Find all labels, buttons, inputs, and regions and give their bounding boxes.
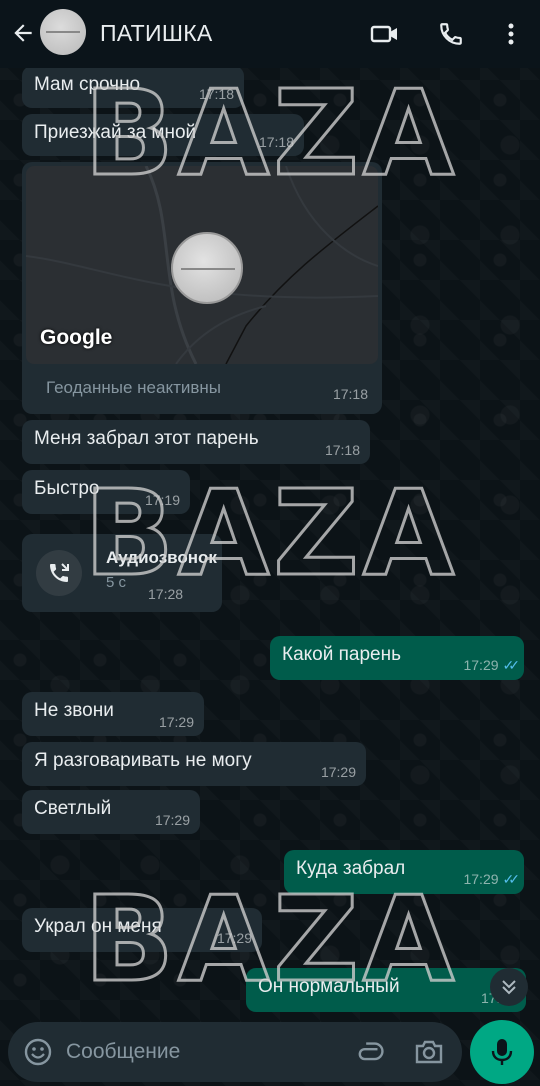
message-time: 17:18	[324, 442, 360, 458]
message-text: Меня забрал этот парень	[34, 428, 259, 449]
message-time: 17:18	[198, 86, 234, 102]
location-message[interactable]: Google Геоданные неактивны 17:18	[22, 162, 382, 414]
message-bubble-outgoing[interactable]: Какой парень 17:29 ✓✓	[270, 636, 524, 680]
message-text: Приезжай за мной	[34, 122, 197, 143]
message-text: Какой парень	[282, 644, 402, 665]
message-text: Куда забрал	[296, 858, 406, 879]
phone-icon[interactable]	[434, 17, 468, 51]
read-ticks-icon: ✓✓	[502, 657, 521, 673]
attach-icon[interactable]	[354, 1036, 384, 1068]
message-bubble-outgoing[interactable]: Он нормальный 17:29	[246, 968, 526, 1012]
message-text: Украл он меня	[34, 916, 162, 937]
message-text: Не звони	[34, 700, 114, 721]
message-bubble[interactable]: Приезжай за мной 17:18	[22, 114, 304, 156]
missed-call-icon	[36, 550, 82, 596]
more-vert-icon[interactable]	[494, 17, 528, 51]
message-time: 17:29	[216, 930, 252, 946]
message-time: 17:29	[463, 657, 499, 673]
message-time: 17:18	[258, 134, 294, 150]
scroll-down-button[interactable]	[490, 968, 528, 1006]
message-text: Он нормальный	[258, 976, 400, 997]
location-caption: Геоданные неактивны	[46, 378, 221, 397]
message-bubble[interactable]: Не звони 17:29	[22, 692, 204, 736]
message-text: Светлый	[34, 798, 112, 819]
message-time: 17:18	[332, 386, 368, 402]
call-duration: 5 с	[106, 574, 127, 591]
call-message[interactable]: Аудиозвонок 5 с 17:28	[22, 534, 222, 612]
message-list[interactable]: Мам срочно 17:18 Приезжай за мной 17:18 …	[0, 0, 540, 1020]
message-time: 17:29	[158, 714, 194, 730]
message-bubble[interactable]: Светлый 17:29	[22, 790, 200, 834]
read-ticks-icon: ✓✓	[502, 871, 521, 887]
chevron-double-down-icon	[502, 980, 516, 995]
message-bubble-outgoing[interactable]: Куда забрал 17:29 ✓✓	[284, 850, 524, 894]
message-text: Я разговаривать не могу	[34, 750, 252, 771]
google-logo: Google	[40, 326, 113, 349]
camera-icon[interactable]	[412, 1036, 446, 1068]
message-time-status: 17:29 ✓✓	[463, 871, 521, 888]
message-composer	[8, 1022, 462, 1082]
call-title: Аудиозвонок	[106, 548, 217, 567]
message-bubble[interactable]: Украл он меня 17:29	[22, 908, 262, 952]
back-arrow-icon[interactable]	[8, 18, 38, 48]
map-preview[interactable]: Google	[26, 166, 378, 364]
message-time: 17:19	[144, 492, 180, 508]
location-avatar-pin	[171, 232, 243, 304]
message-time-status: 17:29 ✓✓	[463, 657, 521, 674]
message-time: 17:29	[463, 871, 499, 887]
video-call-icon[interactable]	[368, 17, 402, 51]
message-text: Мам срочно	[34, 74, 141, 95]
message-bubble[interactable]: Меня забрал этот парень 17:18	[22, 420, 370, 464]
message-input[interactable]	[66, 1034, 326, 1070]
contact-name[interactable]: ПАТИШКА	[100, 20, 213, 47]
message-time: 17:28	[148, 586, 184, 602]
voice-record-button[interactable]	[470, 1020, 534, 1084]
microphone-icon	[491, 1039, 513, 1065]
avatar[interactable]	[40, 9, 86, 55]
message-time: 17:29	[320, 764, 356, 780]
message-bubble[interactable]: Быстро 17:19	[22, 470, 190, 514]
emoji-icon[interactable]	[22, 1036, 54, 1068]
message-bubble[interactable]: Мам срочно 17:18	[22, 66, 244, 108]
message-time: 17:29	[154, 812, 190, 828]
chat-header: ПАТИШКА	[0, 0, 540, 68]
message-text: Быстро	[34, 478, 100, 499]
message-bubble[interactable]: Я разговаривать не могу 17:29	[22, 742, 366, 786]
